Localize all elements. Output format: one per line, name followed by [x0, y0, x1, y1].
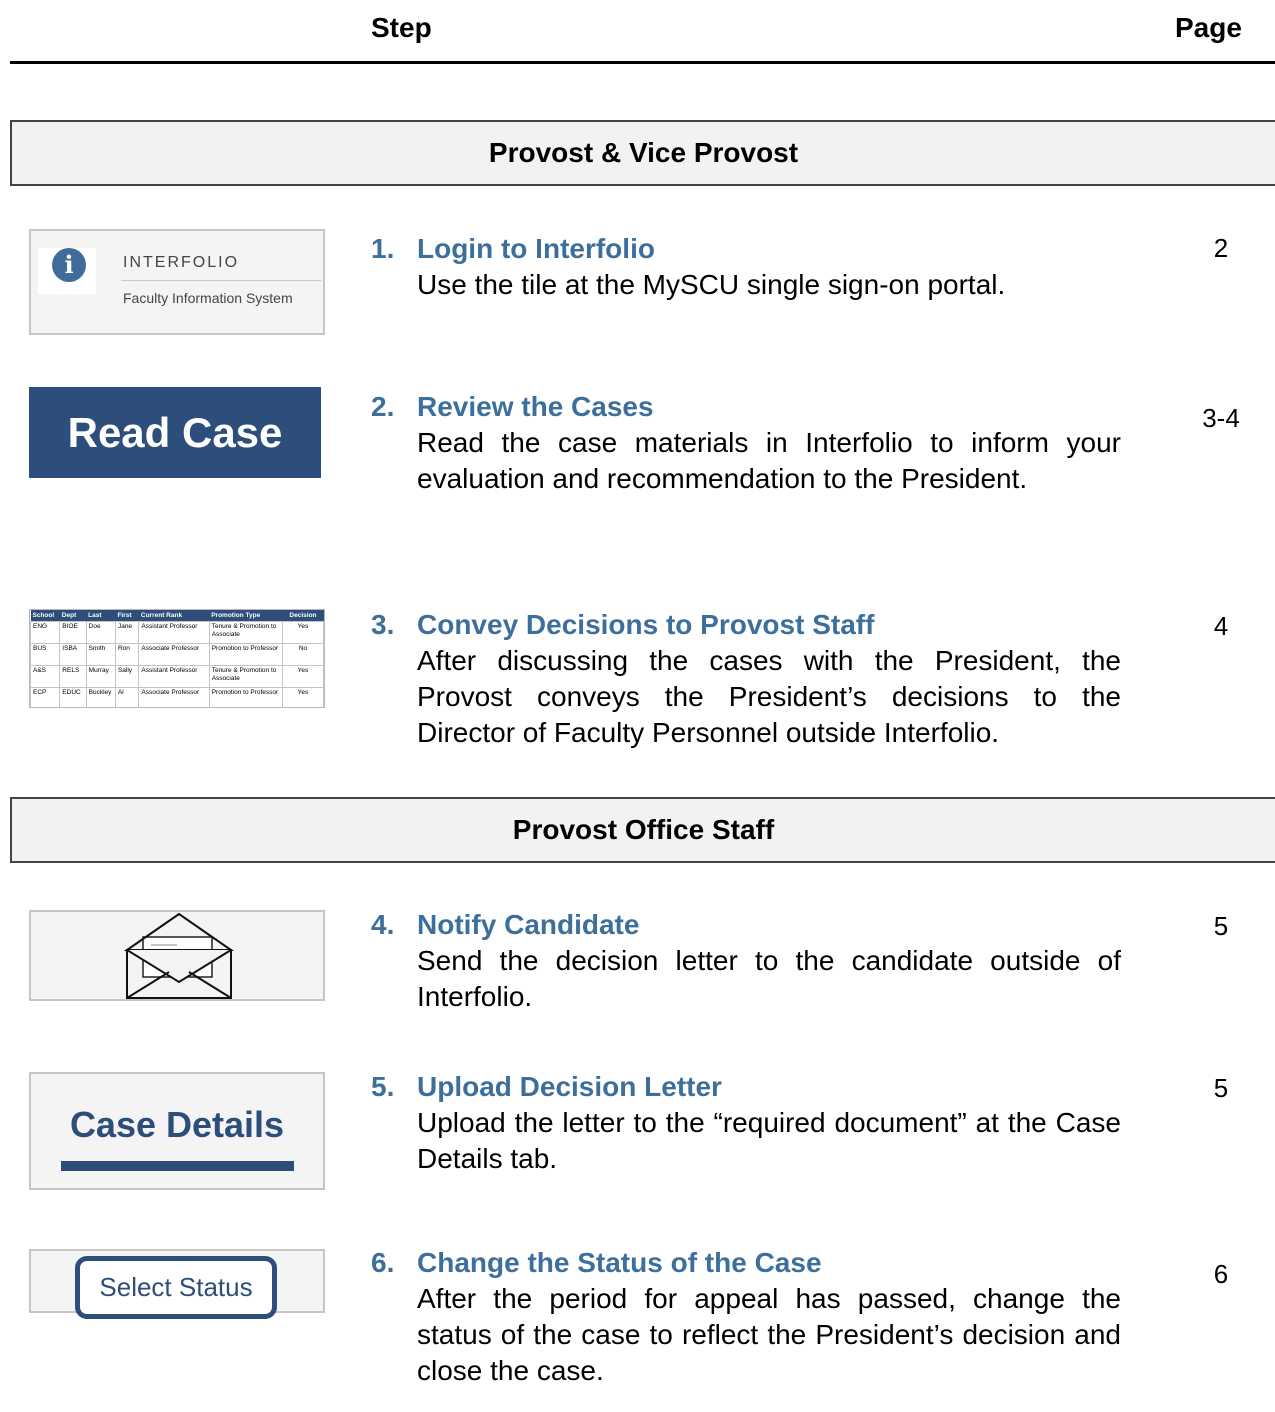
table-header-row: School Dept Last First Current Rank Prom… — [30, 610, 324, 622]
interfolio-brand: INTERFOLIO — [123, 254, 240, 271]
step-3: 3. Convey Decisions to Provost Staff Afte… — [371, 607, 1121, 751]
step-number: 2. — [371, 391, 395, 422]
read-case-button-thumbnail: Read Case — [29, 387, 321, 478]
step-title-text: Convey Decisions to Provost Staff — [417, 609, 875, 640]
table-cell: No — [281, 643, 324, 666]
case-details-label: Case Details — [69, 1104, 285, 1145]
table-header-cell: Decision — [282, 610, 324, 622]
table-header-cell: Current Rank — [138, 610, 210, 622]
page-number: 2 — [1213, 233, 1229, 263]
table-cell: Assistant Professor — [138, 621, 210, 644]
table-row: BUS ISBA Smith Ron Associate Professor P… — [30, 643, 324, 666]
table-cell: A&S — [30, 665, 61, 688]
table-cell: Promotion to Professor — [208, 643, 283, 666]
step-description: After the period for appeal has passed, … — [417, 1283, 1121, 1386]
table-cell: Smith — [85, 643, 116, 666]
table-header-cell: School — [30, 610, 60, 622]
column-header-page: Page — [1175, 12, 1242, 43]
table-cell: Yes — [281, 687, 324, 707]
step-2: 2. Review the Cases Read the case materia… — [371, 389, 1121, 497]
table-header-cell: Last — [86, 610, 116, 622]
select-status-button: Select Status — [75, 1256, 277, 1319]
table-cell: EDUC — [59, 687, 87, 707]
step-4: 4. Notify Candidate Send the decision let… — [371, 907, 1121, 1015]
table-cell: RELS — [59, 665, 87, 688]
table-row: A&S RELS Murray Sally Assistant Professo… — [30, 665, 324, 688]
decisions-table-thumbnail: School Dept Last First Current Rank Prom… — [29, 609, 325, 708]
table-row: ENG BIOE Doe Jane Assistant Professor Te… — [30, 621, 324, 644]
step-6: 6. Change the Status of the Case After th… — [371, 1245, 1121, 1389]
page-number: 5 — [1213, 1073, 1229, 1103]
table-cell: BUS — [30, 643, 61, 666]
table-cell: ISBA — [59, 643, 87, 666]
step-description: Send the decision letter to the candidat… — [417, 945, 1121, 1012]
step-number: 1. — [371, 233, 395, 264]
table-cell: Assistant Professor — [138, 665, 210, 688]
step-title: 1. Login to Interfolio — [371, 231, 1121, 267]
decisions-table: School Dept Last First Current Rank Prom… — [30, 610, 324, 707]
step-1: 1. Login to Interfolio Use the tile at th… — [371, 231, 1121, 303]
step-title: 3. Convey Decisions to Provost Staff — [371, 607, 1121, 643]
envelope-letter-icon — [123, 912, 235, 999]
step-description: Read the case materials in Interfolio to… — [417, 427, 1121, 494]
page-number: 6 — [1213, 1259, 1229, 1289]
step-title-text: Review the Cases — [417, 391, 654, 422]
table-cell: Doe — [85, 621, 116, 644]
section-header-provost: Provost & Vice Provost — [10, 120, 1275, 186]
step-title-text: Login to Interfolio — [417, 233, 655, 264]
step-number: 4. — [371, 909, 395, 940]
step-title: 6. Change the Status of the Case — [371, 1245, 1121, 1281]
table-cell: Associate Professor — [138, 643, 210, 666]
interfolio-subtitle: Faculty Information System — [123, 290, 293, 306]
table-cell: Yes — [281, 665, 324, 688]
table-cell: Sally — [114, 665, 140, 688]
table-header-cell: First — [115, 610, 139, 622]
table-header-cell: Dept — [59, 610, 87, 622]
page-number: 4 — [1213, 611, 1229, 641]
table-cell: Al — [114, 687, 140, 707]
page-number: 5 — [1213, 911, 1229, 941]
step-number: 3. — [371, 609, 395, 640]
step-title: 2. Review the Cases — [371, 389, 1121, 425]
header-divider — [10, 61, 1275, 64]
step-title-text: Notify Candidate — [417, 909, 640, 940]
table-cell: Tenure & Promotion to Associate — [208, 665, 283, 688]
interfolio-tile-thumbnail: i INTERFOLIO Faculty Information System — [29, 229, 325, 335]
table-cell: Jane — [114, 621, 140, 644]
table-cell: Yes — [281, 621, 324, 644]
table-cell: ENG — [30, 621, 61, 644]
table-row: ECP EDUC Buckley Al Associate Professor … — [30, 687, 324, 707]
step-number: 5. — [371, 1071, 395, 1102]
table-cell: Associate Professor — [138, 687, 210, 707]
table-cell: ECP — [30, 687, 61, 707]
step-description: Upload the letter to the “required docum… — [417, 1107, 1121, 1174]
case-details-tab-thumbnail: Case Details — [29, 1072, 325, 1190]
table-cell: BIOE — [59, 621, 87, 644]
active-tab-underline — [61, 1161, 294, 1171]
table-cell: Tenure & Promotion to Associate — [208, 621, 283, 644]
table-cell: Ron — [114, 643, 140, 666]
column-header-step: Step — [371, 12, 432, 43]
step-title-text: Upload Decision Letter — [417, 1071, 722, 1102]
envelope-thumbnail — [29, 910, 325, 1001]
table-cell: Buckley — [85, 687, 116, 707]
info-icon-box: i — [38, 248, 96, 294]
tile-divider — [121, 280, 321, 281]
info-icon: i — [52, 248, 86, 282]
section-header-office-staff: Provost Office Staff — [10, 797, 1275, 863]
select-status-thumbnail: Select Status — [29, 1249, 325, 1319]
step-number: 6. — [371, 1247, 395, 1278]
step-5: 5. Upload Decision Letter Upload the lett… — [371, 1069, 1121, 1177]
page-number: 3-4 — [1202, 403, 1240, 433]
step-description: After discussing the cases with the Pres… — [417, 645, 1121, 748]
step-title-text: Change the Status of the Case — [417, 1247, 822, 1278]
table-cell: Murray — [85, 665, 116, 688]
step-title: 5. Upload Decision Letter — [371, 1069, 1121, 1105]
table-header-cell: Promotion Type — [209, 610, 283, 622]
step-description: Use the tile at the MySCU single sign-on… — [417, 269, 1006, 300]
table-cell: Promotion to Professor — [208, 687, 283, 707]
step-title: 4. Notify Candidate — [371, 907, 1121, 943]
